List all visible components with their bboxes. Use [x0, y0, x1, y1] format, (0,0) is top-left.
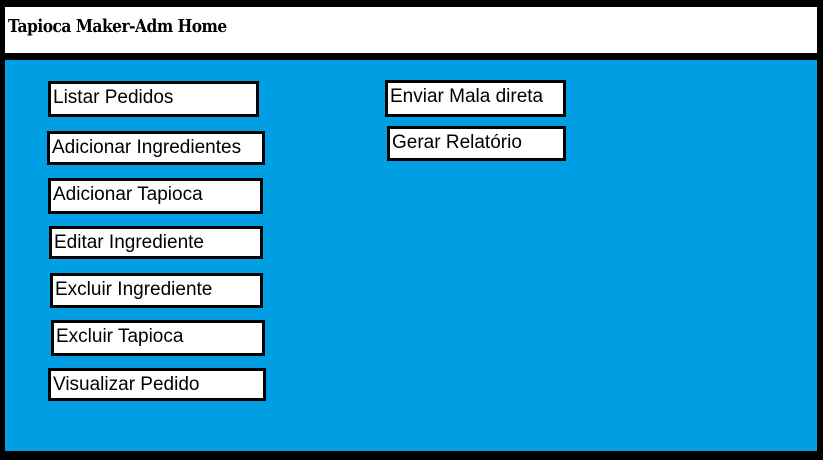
excluir-ingrediente-button[interactable]: Excluir Ingrediente — [50, 273, 263, 308]
listar-pedidos-button[interactable]: Listar Pedidos — [48, 81, 259, 117]
gerar-relatorio-button[interactable]: Gerar Relatório — [387, 126, 566, 161]
page-title: Tapioca Maker-Adm Home — [8, 16, 227, 37]
admin-menu-panel: Listar Pedidos Adicionar Ingredientes Ad… — [5, 60, 817, 451]
editar-ingrediente-button[interactable]: Editar Ingrediente — [49, 226, 263, 259]
title-bar: Tapioca Maker-Adm Home — [5, 7, 817, 53]
adicionar-ingredientes-button[interactable]: Adicionar Ingredientes — [47, 131, 265, 165]
excluir-tapioca-button[interactable]: Excluir Tapioca — [51, 320, 265, 356]
enviar-mala-direta-button[interactable]: Enviar Mala direta — [385, 80, 566, 117]
visualizar-pedido-button[interactable]: Visualizar Pedido — [48, 368, 266, 401]
adicionar-tapioca-button[interactable]: Adicionar Tapioca — [48, 178, 263, 214]
app-window: Tapioca Maker-Adm Home Listar Pedidos Ad… — [0, 0, 823, 460]
